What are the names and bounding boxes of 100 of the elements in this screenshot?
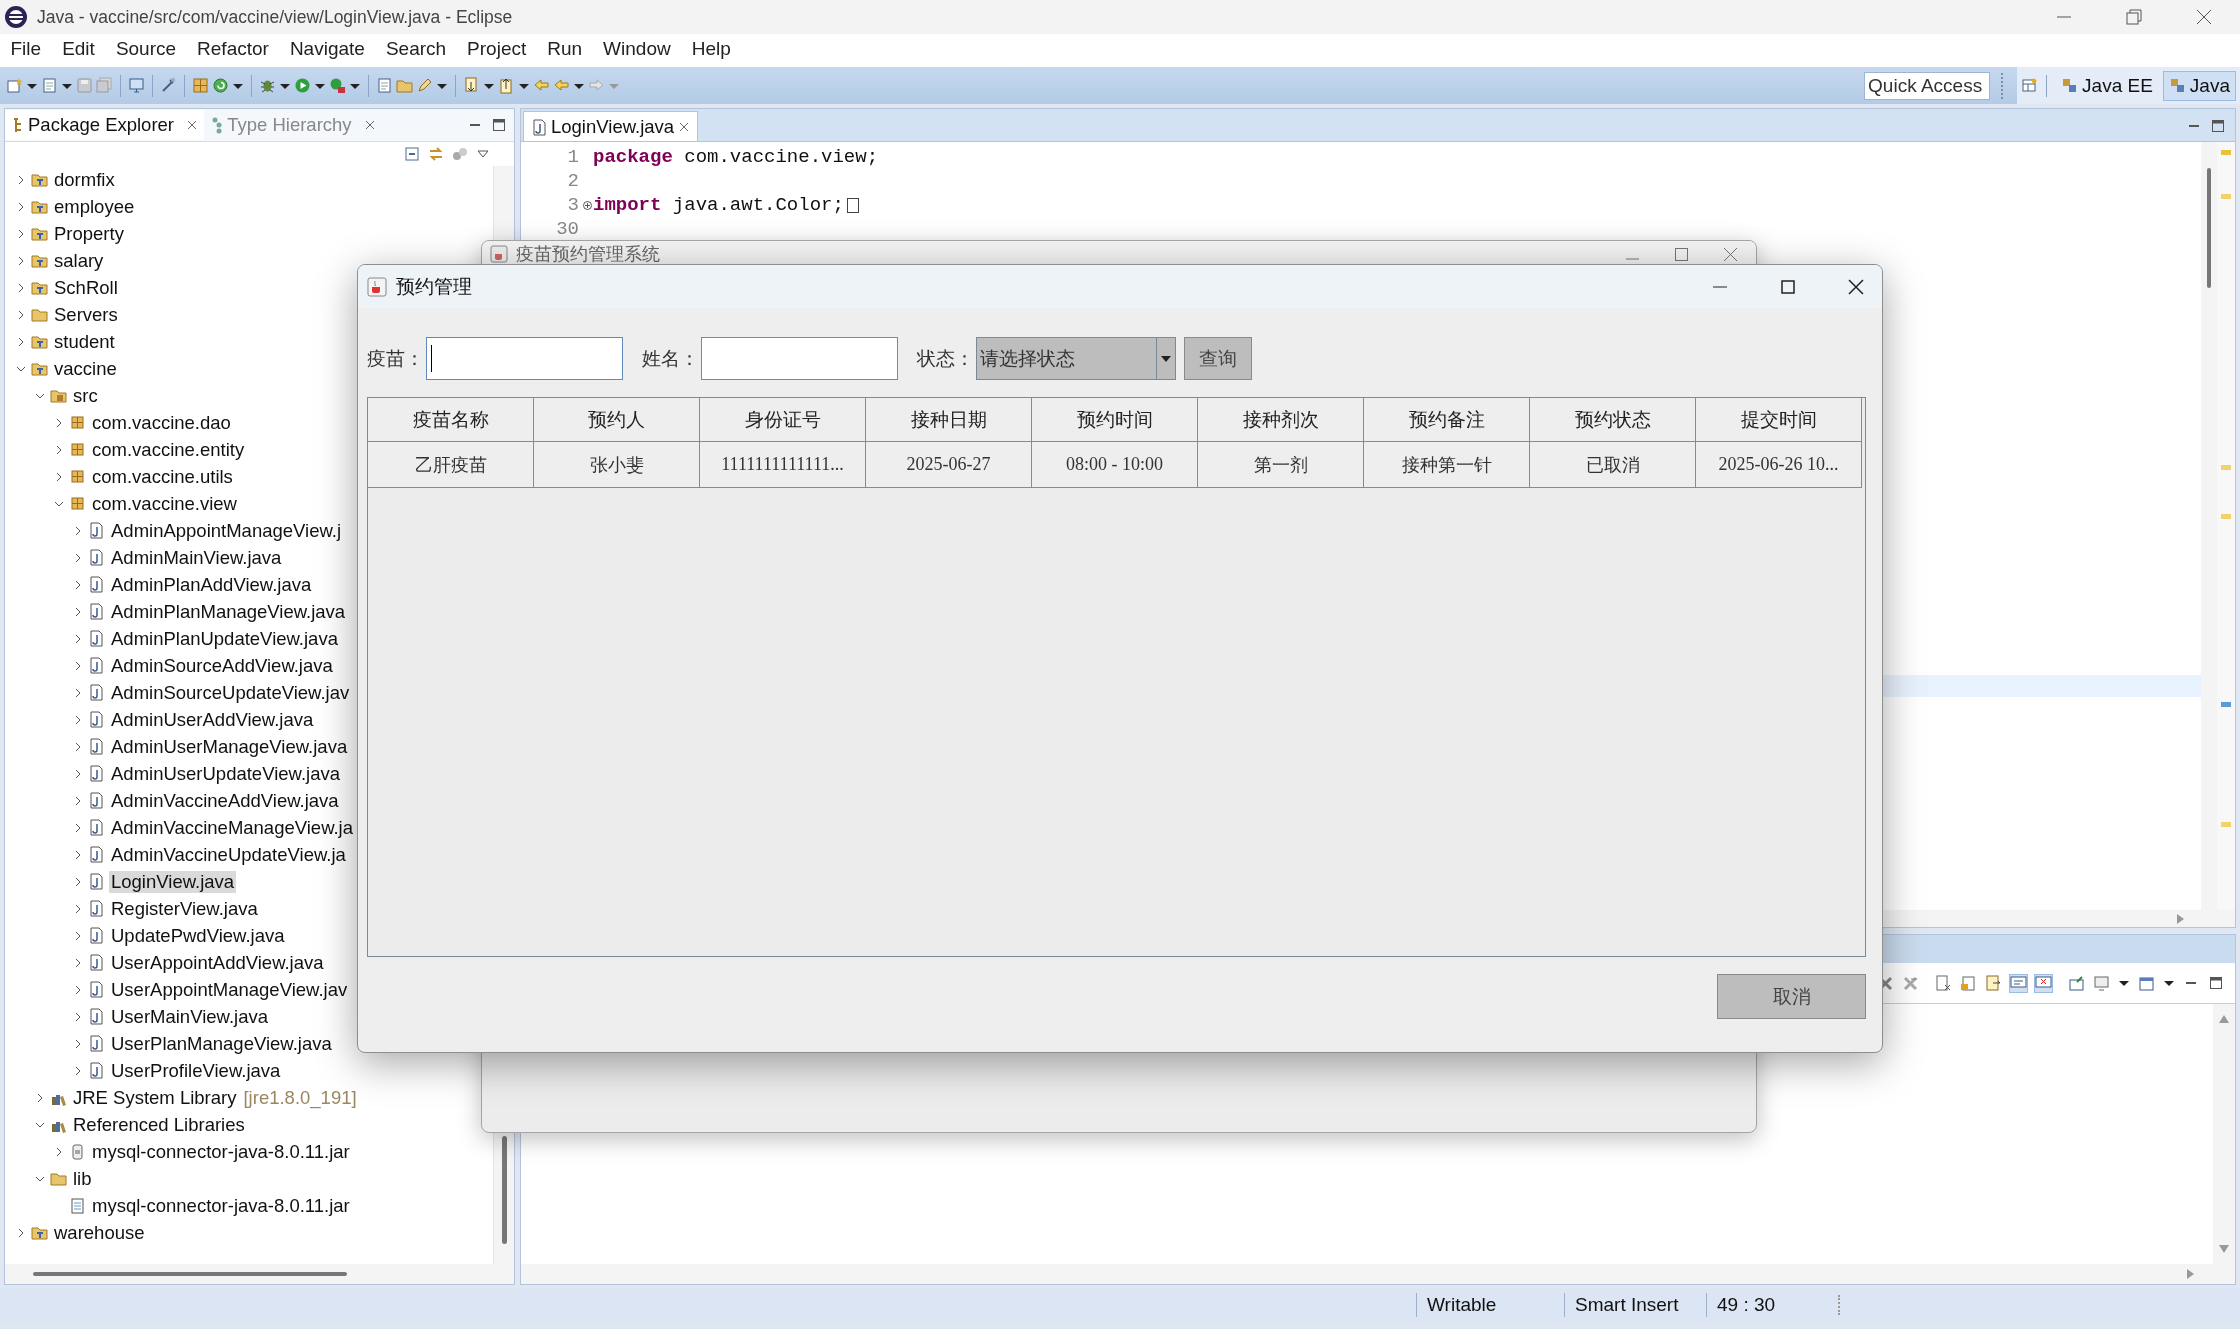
menu-item[interactable]: Edit: [51, 36, 106, 62]
tree-item[interactable]: AdminUserUpdateView.java: [109, 762, 342, 785]
refresh-icon[interactable]: [212, 77, 229, 94]
tree-item[interactable]: UserAppointManageView.jav: [109, 978, 350, 1001]
tree-item[interactable]: com.vaccine.utils: [90, 465, 235, 488]
restore-icon[interactable]: [2124, 7, 2144, 27]
scrollbar[interactable]: [2213, 1004, 2235, 1264]
tree-item[interactable]: UpdatePwdView.java: [109, 924, 287, 947]
tree-item[interactable]: UserMainView.java: [109, 1005, 270, 1028]
package-icon[interactable]: [192, 77, 209, 94]
tree-item[interactable]: vaccine: [52, 357, 119, 380]
document-icon[interactable]: [1985, 974, 2002, 992]
maximize-icon[interactable]: [1674, 246, 1689, 262]
tree-item[interactable]: employee: [52, 195, 137, 218]
tree-item[interactable]: com.vaccine.entity: [90, 438, 247, 461]
column-header[interactable]: 接种剂次: [1198, 398, 1364, 442]
menu-item[interactable]: File: [0, 36, 52, 62]
tool-icon[interactable]: [160, 77, 177, 94]
scroll-up-icon[interactable]: [2218, 1014, 2230, 1024]
tree-item[interactable]: AdminPlanManageView.java: [109, 600, 348, 623]
close-icon[interactable]: [1846, 276, 1866, 297]
tree-item[interactable]: Property: [52, 222, 126, 245]
tree-item[interactable]: mysql-connector-java-8.0.11.jar: [90, 1194, 352, 1217]
tree-item[interactable]: RegisterView.java: [109, 897, 260, 920]
tree-item[interactable]: dormfix: [52, 168, 117, 191]
menu-item[interactable]: Help: [681, 36, 742, 62]
column-header[interactable]: 提交时间: [1696, 398, 1862, 442]
menu-item[interactable]: Search: [375, 36, 457, 62]
pin-icon[interactable]: [2068, 974, 2085, 992]
tree-item[interactable]: student: [52, 330, 117, 353]
scroll-right-icon[interactable]: [2175, 912, 2185, 925]
open-perspective-icon[interactable]: [2021, 77, 2039, 94]
scrollbar[interactable]: [2201, 142, 2217, 910]
perspective-button[interactable]: Java EE: [2055, 70, 2159, 101]
scrollbar[interactable]: [521, 1264, 2235, 1284]
tree-item[interactable]: UserPlanManageView.java: [109, 1032, 334, 1055]
tree-item[interactable]: com.vaccine.view: [90, 492, 239, 515]
tree-item[interactable]: AdminVaccineManageView.ja: [109, 816, 356, 839]
caret-icon[interactable]: [1161, 354, 1171, 363]
tree-item[interactable]: AdminPlanAddView.java: [109, 573, 314, 596]
tree-item[interactable]: AdminUserManageView.java: [109, 735, 350, 758]
column-header[interactable]: 接种日期: [866, 398, 1032, 442]
scroll-down-icon[interactable]: [2218, 1244, 2230, 1254]
monitor-icon[interactable]: [128, 77, 145, 94]
column-header[interactable]: 疫苗名称: [368, 398, 534, 442]
tree-item[interactable]: SchRoll: [52, 276, 120, 299]
up-document-icon[interactable]: [498, 77, 515, 94]
column-header[interactable]: 预约状态: [1530, 398, 1696, 442]
close-icon[interactable]: [2194, 7, 2214, 27]
tree-item[interactable]: lib: [71, 1167, 94, 1190]
tree-item[interactable]: com.vaccine.dao: [90, 411, 233, 434]
menu-item[interactable]: Navigate: [279, 36, 376, 62]
tree-item[interactable]: Servers: [52, 303, 120, 326]
text-field[interactable]: [426, 337, 623, 380]
maximize-icon[interactable]: [2211, 119, 2225, 133]
tree-item[interactable]: LoginView.java: [109, 870, 237, 893]
status-dropdown[interactable]: 请选择状态: [976, 337, 1176, 380]
tree-item[interactable]: UserProfileView.java: [109, 1059, 283, 1082]
editor-tab[interactable]: LoginView.java: [523, 111, 699, 141]
collapse-all-icon[interactable]: [404, 146, 420, 162]
quick-access-field[interactable]: Quick Access: [1864, 71, 1991, 100]
console-icon[interactable]: [2010, 974, 2027, 992]
search-button[interactable]: 查询: [1184, 337, 1252, 380]
maximize-icon[interactable]: [2208, 974, 2225, 992]
console-icon[interactable]: [2035, 974, 2052, 992]
tree-item[interactable]: AdminAppointManageView.j: [109, 519, 344, 542]
view-tab[interactable]: Package Explorer: [5, 110, 205, 140]
tree-item[interactable]: Referenced Libraries: [71, 1113, 247, 1136]
perspective-button[interactable]: Java: [2162, 70, 2236, 101]
menu-item[interactable]: Source: [105, 36, 187, 62]
tree-item[interactable]: AdminSourceAddView.java: [109, 654, 335, 677]
scroll-right-icon[interactable]: [2185, 1268, 2195, 1280]
down-document-icon[interactable]: [463, 77, 480, 94]
tree-item[interactable]: mysql-connector-java-8.0.11.jar: [90, 1140, 352, 1163]
tree-item[interactable]: warehouse: [52, 1221, 147, 1244]
text-field[interactable]: [701, 337, 898, 380]
column-header[interactable]: 预约时间: [1032, 398, 1198, 442]
tree-item[interactable]: AdminMainView.java: [109, 546, 284, 569]
tree-item[interactable]: AdminUserAddView.java: [109, 708, 316, 731]
tree-item[interactable]: src: [71, 384, 100, 407]
column-header[interactable]: 预约备注: [1364, 398, 1530, 442]
maximize-icon[interactable]: [492, 118, 506, 132]
document-icon[interactable]: [1935, 974, 1952, 992]
menu-item[interactable]: Refactor: [186, 36, 280, 62]
cancel-button[interactable]: 取消: [1717, 974, 1866, 1019]
menu-item[interactable]: Project: [456, 36, 537, 62]
tree-item[interactable]: AdminPlanUpdateView.java: [109, 627, 340, 650]
folded-code-icon[interactable]: [845, 196, 860, 214]
tree-item[interactable]: AdminVaccineUpdateView.ja: [109, 843, 348, 866]
menu-item[interactable]: Run: [536, 36, 593, 62]
scrollbar[interactable]: [5, 1264, 514, 1284]
window-icon[interactable]: [2138, 974, 2155, 992]
menu-item[interactable]: Window: [592, 36, 682, 62]
tree-item[interactable]: AdminVaccineAddView.java: [109, 789, 341, 812]
tree-item[interactable]: JRE System Library: [71, 1086, 239, 1109]
column-header[interactable]: 身份证号: [700, 398, 866, 442]
column-header[interactable]: 预约人: [534, 398, 700, 442]
tree-item[interactable]: AdminSourceUpdateView.jav: [109, 681, 352, 704]
link-icon[interactable]: [428, 146, 444, 162]
tree-item[interactable]: salary: [52, 249, 106, 272]
